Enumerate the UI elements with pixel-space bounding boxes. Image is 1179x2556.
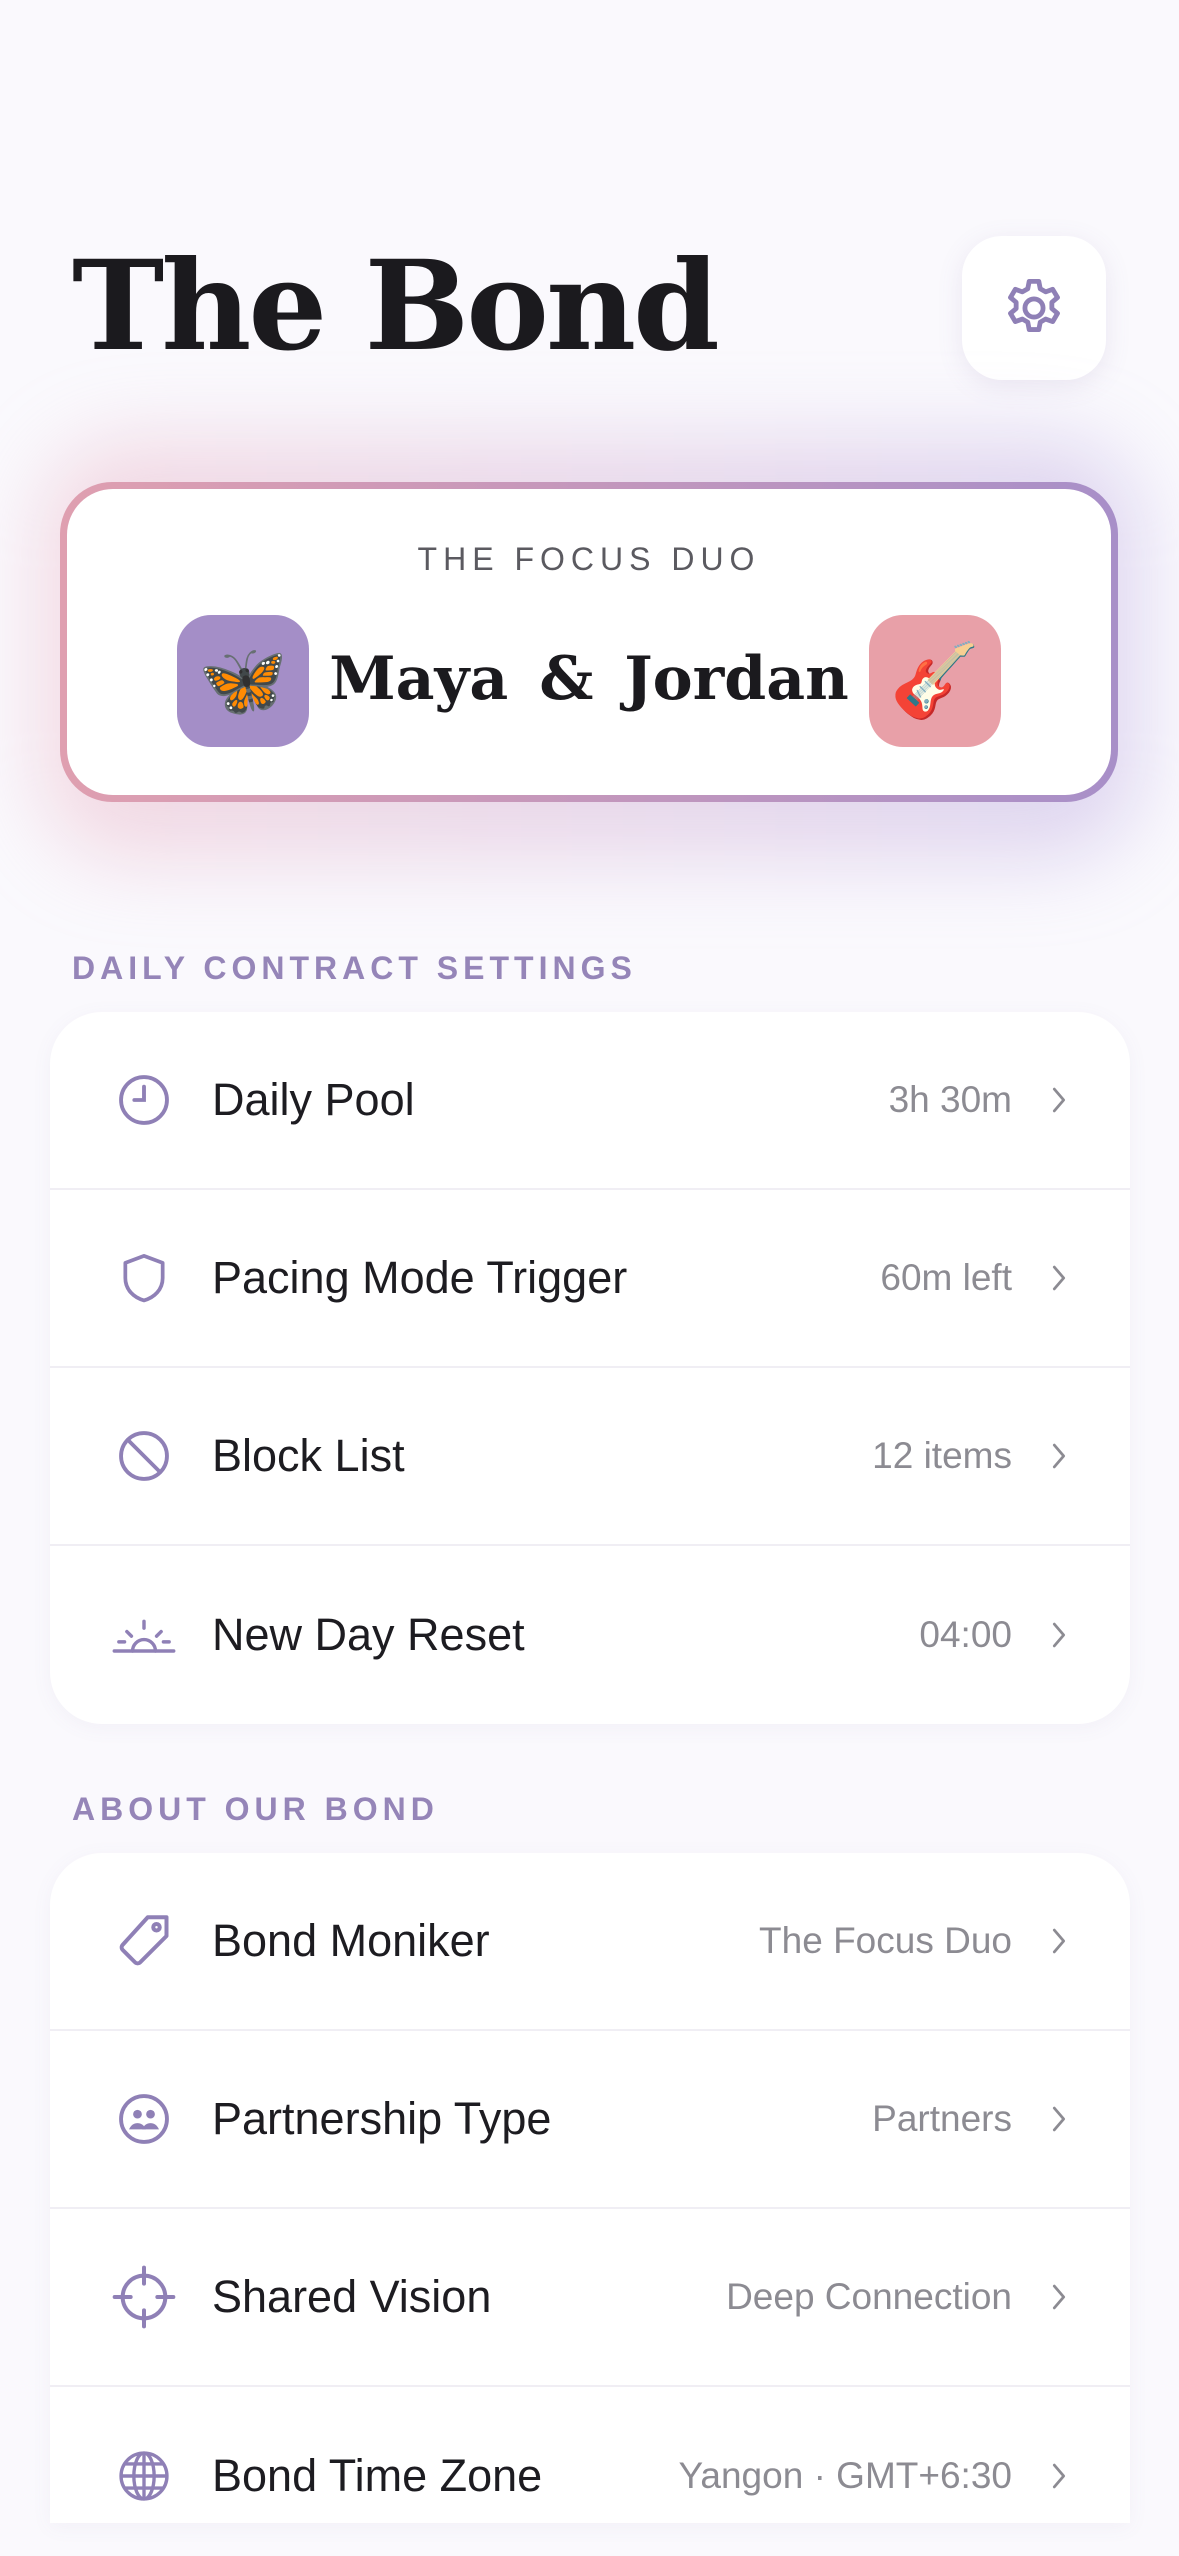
duo-label: THE FOCUS DUO [417, 541, 761, 577]
row-label: Partnership Type [212, 2093, 552, 2144]
row-label: Daily Pool [212, 1074, 415, 1125]
row-shared-vision[interactable]: Shared Vision Deep Connection [50, 2209, 1130, 2387]
people-icon [112, 2087, 176, 2151]
avatar-jordan[interactable]: 🎸 [869, 615, 1001, 747]
chevron-right-icon [1044, 2277, 1074, 2317]
row-value: 3h 30m [888, 1079, 1012, 1120]
chevron-right-icon [1044, 1258, 1074, 1298]
clock-icon [112, 1068, 176, 1132]
row-label: New Day Reset [212, 1609, 525, 1660]
about-group: Bond Moniker The Focus Duo Partnership T… [50, 1853, 1130, 2523]
focus-duo-card-inner: THE FOCUS DUO 🦋 Maya & Jordan 🎸 [67, 489, 1111, 795]
row-value: Yangon · GMT+6:30 [678, 2455, 1012, 2496]
gear-icon [1008, 278, 1060, 332]
row-block-list[interactable]: Block List 12 items [50, 1368, 1130, 1546]
row-bond-moniker[interactable]: Bond Moniker The Focus Duo [50, 1853, 1130, 2031]
row-label: Pacing Mode Trigger [212, 1252, 628, 1303]
crosshair-icon [112, 2265, 176, 2329]
page-title: The Bond [72, 234, 720, 379]
section-header-daily-contract: DAILY CONTRACT SETTINGS [72, 950, 637, 986]
row-label: Shared Vision [212, 2271, 492, 2322]
block-icon [112, 1424, 176, 1488]
daily-contract-group: Daily Pool 3h 30m Pacing Mode Trigger 60… [50, 1012, 1130, 1724]
shield-icon [112, 1246, 176, 1310]
row-label: Bond Time Zone [212, 2450, 543, 2501]
guitar-icon: 🎸 [890, 641, 980, 721]
row-value: Deep Connection [726, 2276, 1012, 2317]
row-bond-time-zone[interactable]: Bond Time Zone Yangon · GMT+6:30 [50, 2387, 1130, 2523]
row-label: Bond Moniker [212, 1915, 490, 1966]
row-new-day-reset[interactable]: New Day Reset 04:00 [50, 1546, 1130, 1724]
tag-icon [112, 1909, 176, 1973]
row-pacing-mode-trigger[interactable]: Pacing Mode Trigger 60m left [50, 1190, 1130, 1368]
chevron-right-icon [1044, 1921, 1074, 1961]
row-value: 60m left [880, 1257, 1012, 1298]
chevron-right-icon [1044, 2456, 1074, 2496]
row-value: 12 items [872, 1435, 1012, 1476]
sunrise-icon [112, 1603, 176, 1667]
row-daily-pool[interactable]: Daily Pool 3h 30m [50, 1012, 1130, 1190]
chevron-right-icon [1044, 1080, 1074, 1120]
focus-duo-card[interactable]: THE FOCUS DUO 🦋 Maya & Jordan 🎸 [60, 482, 1118, 802]
row-value: Partners [872, 2098, 1012, 2139]
chevron-right-icon [1044, 1436, 1074, 1476]
row-partnership-type[interactable]: Partnership Type Partners [50, 2031, 1130, 2209]
row-value: The Focus Duo [759, 1920, 1012, 1961]
row-value: 04:00 [919, 1614, 1012, 1655]
chevron-right-icon [1044, 2099, 1074, 2139]
row-label: Block List [212, 1430, 405, 1481]
settings-button[interactable] [962, 236, 1106, 380]
section-header-about: ABOUT OUR BOND [72, 1791, 439, 1827]
globe-icon [112, 2444, 176, 2508]
chevron-right-icon [1044, 1615, 1074, 1655]
